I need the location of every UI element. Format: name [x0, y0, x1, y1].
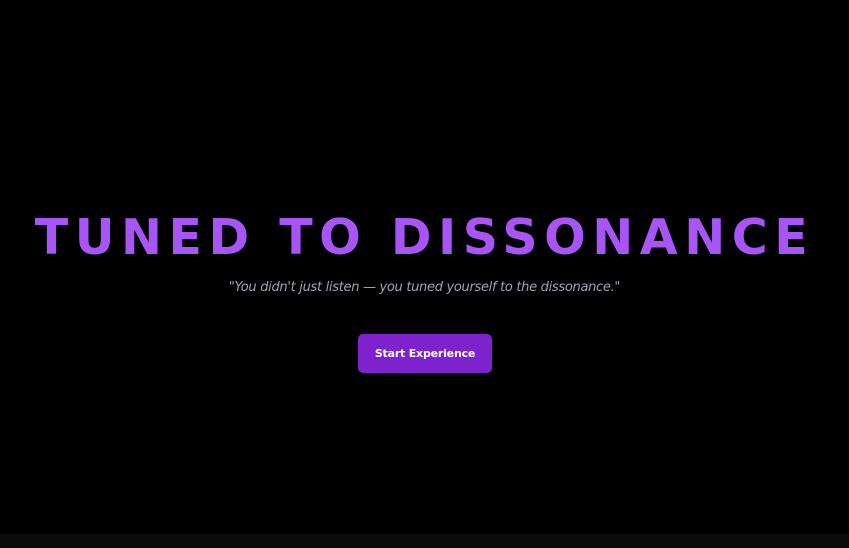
hero-section: TUNED TO DISSONANCE "You didn't just lis… — [0, 0, 849, 548]
page-title: TUNED TO DISSONANCE — [34, 209, 815, 266]
start-experience-button[interactable]: Start Experience — [358, 334, 492, 373]
bottom-bar — [0, 534, 849, 548]
tagline-quote: "You didn't just listen — you tuned your… — [228, 280, 621, 295]
